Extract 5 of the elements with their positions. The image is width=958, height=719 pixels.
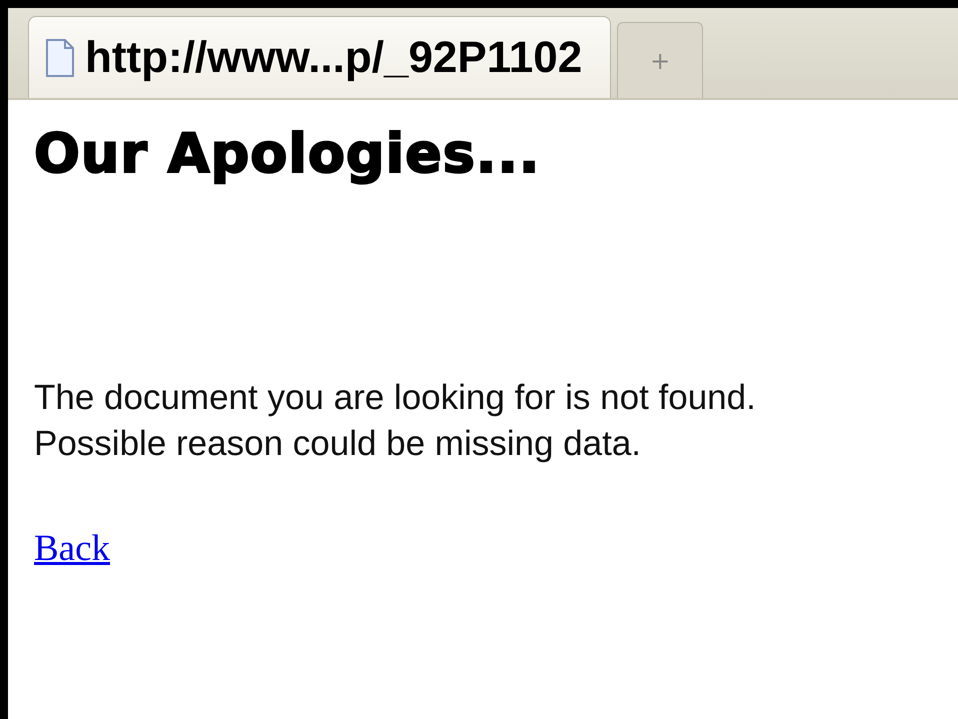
error-message: The document you are looking for is not found. Possible reason could be missing data. [34, 377, 756, 465]
document-icon [45, 38, 75, 78]
browser-tab[interactable]: http://www...p/_92P1102 [28, 16, 612, 98]
page-heading: Our Apologies... [34, 122, 540, 185]
back-link[interactable]: Back [34, 527, 110, 570]
